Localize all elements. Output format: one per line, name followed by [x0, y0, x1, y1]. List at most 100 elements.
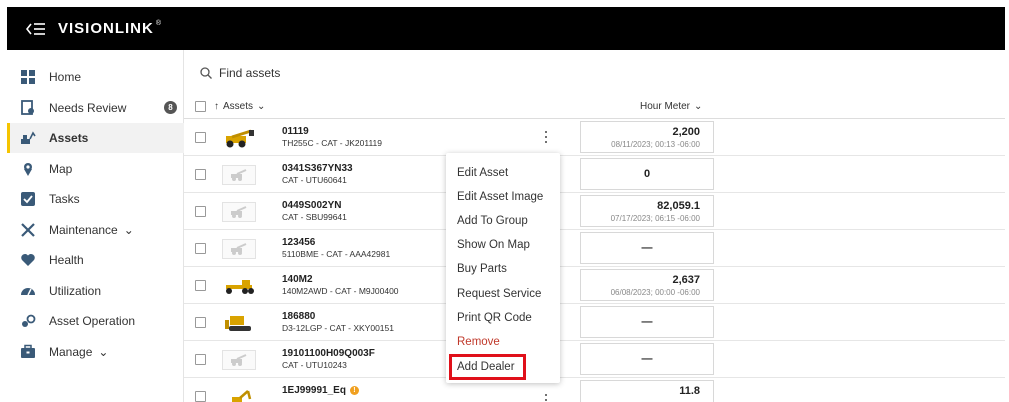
sidebar-item-utilization[interactable]: Utilization [7, 276, 184, 306]
needs-review-badge: 8 [164, 101, 177, 114]
table-row[interactable]: 01119 TH255C - CAT - JK201119 2,200 08/1… [184, 119, 1005, 156]
asset-operation-icon [22, 314, 36, 327]
asset-id-text: 0449S002YN [282, 200, 342, 211]
asset-id-text: 0341S367YN33 [282, 163, 353, 174]
menu-item-print-qr-code[interactable]: Print QR Code [457, 312, 532, 324]
hour-meter-value: — [641, 242, 653, 254]
sidebar-item-asset-operation[interactable]: Asset Operation [7, 306, 184, 336]
asset-placeholder-thumbnail [222, 350, 256, 370]
sidebar-item-manage[interactable]: Manage ⌄ [7, 337, 184, 367]
menu-item-buy-parts[interactable]: Buy Parts [457, 263, 507, 275]
hour-meter-cell[interactable]: 11.8 [580, 380, 714, 402]
row-actions-menu-icon[interactable] [540, 129, 552, 145]
search-input[interactable]: Find assets [200, 66, 280, 80]
search-placeholder: Find assets [219, 66, 281, 80]
menu-item-remove[interactable]: Remove [457, 336, 500, 348]
asset-id-text: 123456 [282, 237, 316, 248]
hour-meter-value: 0 [643, 168, 651, 180]
hour-meter-cell[interactable]: — [580, 232, 714, 264]
sidebar-item-label: Home [49, 70, 82, 84]
collapse-menu-icon [26, 22, 45, 35]
asset-description: CAT - UTU60641 [282, 175, 347, 185]
chevron-down-icon: ⌄ [123, 223, 134, 237]
top-bar: VISIONLINK ® [7, 7, 1005, 50]
asset-description: TH255C - CAT - JK201119 [282, 138, 382, 148]
menu-toggle-button[interactable] [26, 22, 46, 36]
row-checkbox[interactable] [195, 354, 206, 365]
table-row[interactable]: 123456 5110BME - CAT - AAA42981 — [184, 230, 1005, 267]
asset-id[interactable]: 0341S367YN33 [282, 163, 353, 174]
telehandler-thumbnail [222, 128, 256, 148]
asset-id[interactable]: 123456 [282, 237, 315, 248]
hour-meter-cell[interactable]: — [580, 343, 714, 375]
menu-item-request-service[interactable]: Request Service [457, 288, 541, 300]
asset-description: D3-12LGP - CAT - XKY00151 [282, 323, 394, 333]
sidebar-item-tasks[interactable]: Tasks [7, 184, 184, 214]
review-icon [21, 100, 34, 115]
assets-column-sort[interactable]: ↑ Assets ⌄ [214, 101, 265, 112]
sidebar-item-label: Asset Operation [49, 314, 136, 328]
table-row[interactable]: 0341S367YN33 CAT - UTU60641 0 [184, 156, 1005, 193]
menu-item-add-to-group[interactable]: Add To Group [457, 215, 528, 227]
tasks-icon [21, 192, 35, 206]
sidebar-item-home[interactable]: Home [7, 62, 184, 92]
hour-meter-cell[interactable]: 0 [580, 158, 714, 190]
assets-column-label: Assets [223, 101, 254, 112]
row-checkbox[interactable] [195, 280, 206, 291]
hour-meter-cell[interactable]: 2,200 08/11/2023; 00:13 -06:00 [580, 121, 714, 153]
assets-icon [21, 131, 36, 144]
health-icon [21, 254, 35, 266]
hour-meter-column-sort[interactable]: Hour Meter ⌄ [640, 101, 702, 112]
hour-meter-cell[interactable]: 82,059.1 07/17/2023; 06:15 -06:00 [580, 195, 714, 227]
asset-id[interactable]: 19101100H09Q003F [282, 348, 375, 359]
chevron-down-icon: ⌄ [257, 101, 266, 112]
visionlink-logo[interactable]: VISIONLINK ® [58, 20, 162, 37]
row-actions-menu-icon[interactable] [540, 392, 552, 402]
sidebar-item-needs-review[interactable]: Needs Review 8 [7, 93, 184, 123]
sidebar-item-label: Maintenance ⌄ [49, 223, 134, 237]
table-row[interactable]: 186880 D3-12LGP - CAT - XKY00151 — [184, 304, 1005, 341]
hour-meter-cell[interactable]: — [580, 306, 714, 338]
menu-item-edit-asset[interactable]: Edit Asset [457, 167, 508, 179]
row-checkbox[interactable] [195, 391, 206, 402]
table-row[interactable]: 140M2 140M2AWD - CAT - M9J00400 2,637 06… [184, 267, 1005, 304]
select-all-checkbox[interactable] [195, 101, 206, 112]
hour-meter-timestamp: 07/17/2023; 06:15 -06:00 [610, 214, 700, 223]
warning-icon: ! [349, 386, 359, 395]
maintenance-icon [21, 223, 35, 237]
row-checkbox[interactable] [195, 243, 206, 254]
hour-meter-cell[interactable]: 2,637 06/08/2023; 00:00 -06:00 [580, 269, 714, 301]
sidebar-item-label: Utilization [49, 284, 102, 298]
asset-id[interactable]: 140M2 [282, 274, 313, 285]
asset-id[interactable]: 1EJ99991_Eq ! [282, 385, 359, 396]
chevron-down-icon: ⌄ [694, 101, 703, 112]
table-row[interactable]: 19101100H09Q003F CAT - UTU10243 — [184, 341, 1005, 378]
asset-id[interactable]: 186880 [282, 311, 315, 322]
hour-meter-value: — [641, 316, 653, 328]
row-checkbox[interactable] [195, 169, 206, 180]
asset-id[interactable]: 01119 [282, 126, 309, 137]
row-checkbox[interactable] [195, 206, 206, 217]
asset-id-text: 186880 [282, 311, 316, 322]
asset-id[interactable]: 0449S002YN [282, 200, 342, 211]
logo-text: VISIONLINK [58, 20, 154, 37]
sidebar-item-label: Tasks [49, 192, 80, 206]
menu-item-show-on-map[interactable]: Show On Map [457, 239, 530, 251]
menu-item-edit-asset-image[interactable]: Edit Asset Image [457, 191, 543, 203]
sidebar-item-maintenance[interactable]: Maintenance ⌄ [7, 215, 184, 245]
logo-trademark: ® [155, 20, 163, 27]
table-row[interactable]: 0449S002YN CAT - SBU99641 82,059.1 07/17… [184, 193, 1005, 230]
excavator-thumbnail [222, 387, 256, 402]
row-checkbox[interactable] [195, 317, 206, 328]
motor-grader-thumbnail [222, 276, 256, 296]
sidebar-item-map[interactable]: Map [7, 154, 184, 184]
utilization-icon [21, 288, 35, 296]
table-row[interactable]: 1EJ99991_Eq ! 11.8 [184, 378, 1005, 402]
sidebar-item-assets[interactable]: Assets [7, 123, 184, 153]
sidebar-item-health[interactable]: Health [7, 245, 184, 275]
maintenance-label: Maintenance [49, 223, 118, 237]
add-dealer-highlight [449, 354, 526, 380]
row-checkbox[interactable] [195, 132, 206, 143]
asset-description: CAT - SBU99641 [282, 212, 347, 222]
hour-meter-timestamp: 06/08/2023; 00:00 -06:00 [610, 288, 700, 297]
